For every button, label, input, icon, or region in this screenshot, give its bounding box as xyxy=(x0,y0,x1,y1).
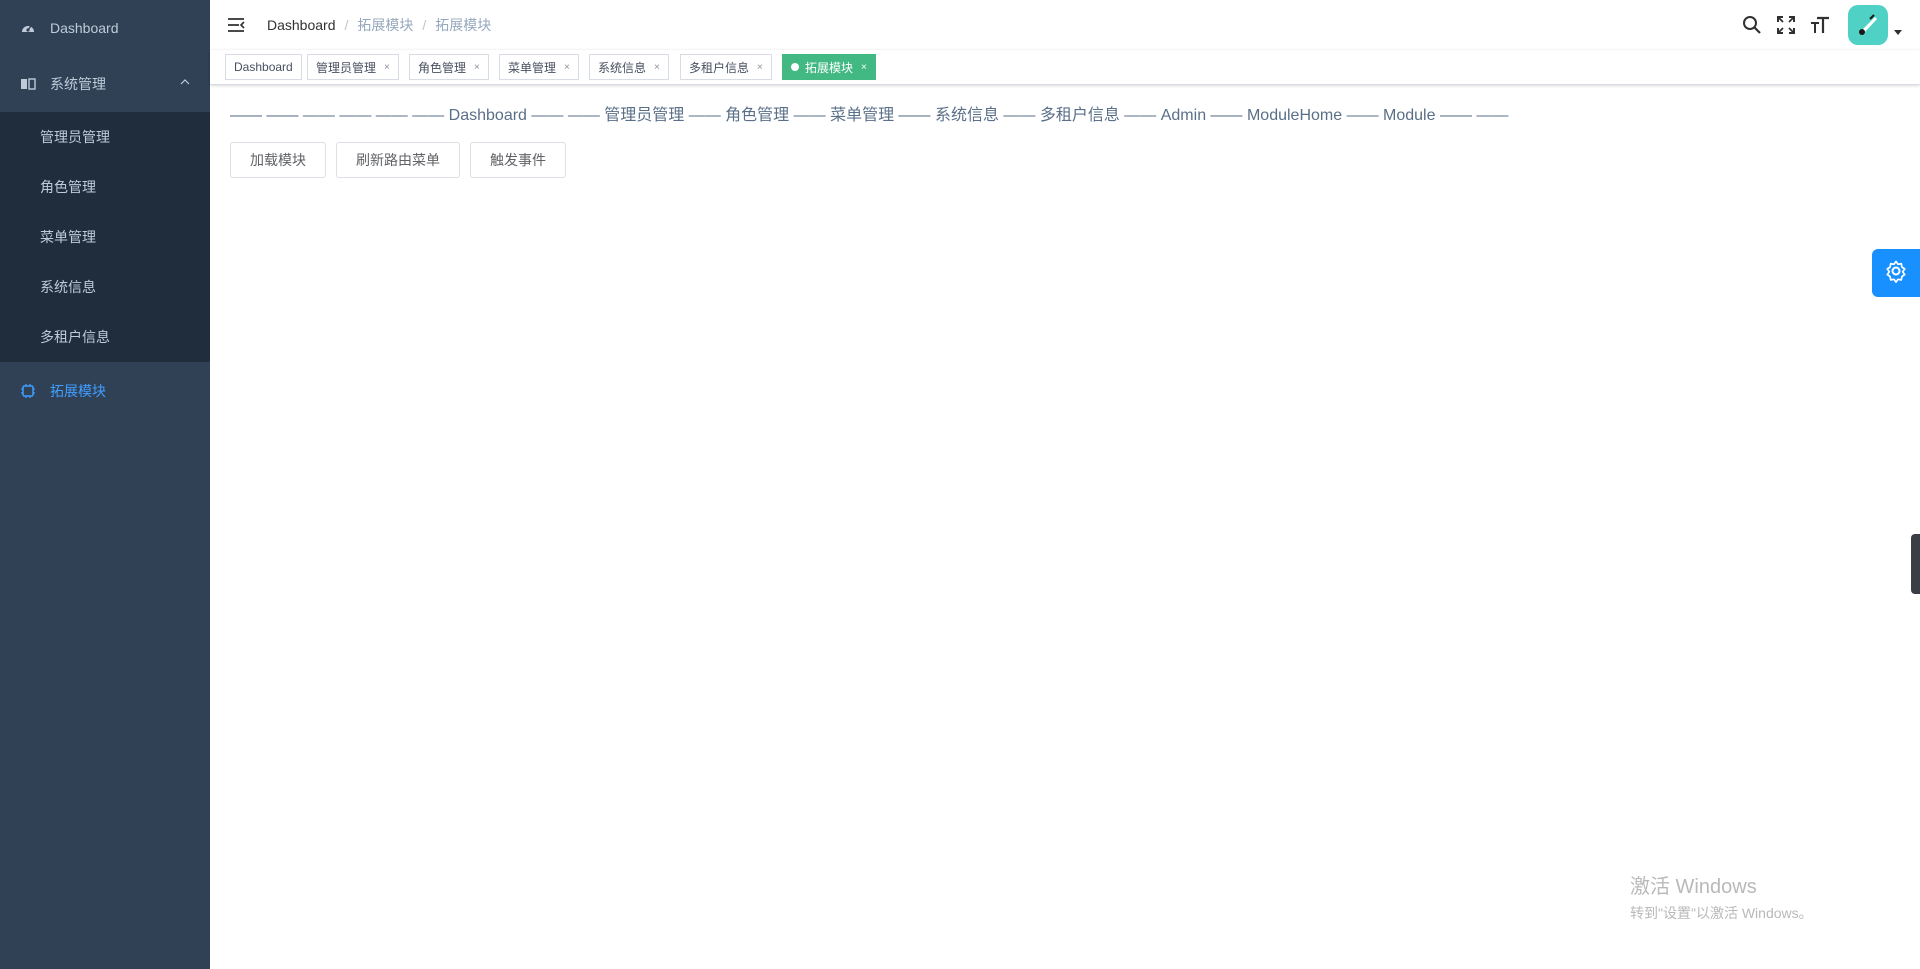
close-icon[interactable]: × xyxy=(654,62,660,73)
refresh-route-menu-button[interactable]: 刷新路由菜单 xyxy=(336,142,460,178)
navbar: Dashboard / 拓展模块 / 拓展模块 xyxy=(210,0,1920,50)
sidebar-item-system[interactable]: 系统管理 xyxy=(0,56,210,112)
tag-label: 角色管理 xyxy=(418,60,467,75)
gear-icon xyxy=(1884,259,1908,288)
tag-tenant[interactable]: 多租户信息 × xyxy=(680,54,772,80)
watermark-subtitle: 转到"设置"以激活 Windows。 xyxy=(1630,905,1813,921)
sidebar-item-extension[interactable]: 拓展模块 xyxy=(0,362,210,420)
right-menu xyxy=(1742,0,1920,50)
avatar[interactable] xyxy=(1848,5,1888,45)
sidebar-item-sysinfo[interactable]: 系统信息 xyxy=(0,262,210,312)
tag-label: 管理员管理 xyxy=(316,60,377,75)
breadcrumb-item: 拓展模块 xyxy=(435,17,492,33)
load-module-button[interactable]: 加载模块 xyxy=(230,142,326,178)
watermark-title: 激活 Windows xyxy=(1630,876,1757,898)
button-group: 加载模块 刷新路由菜单 触发事件 xyxy=(230,142,576,178)
tag-label: 菜单管理 xyxy=(508,60,557,75)
sidebar-item-label: 菜单管理 xyxy=(40,229,96,245)
sidebar-item-tenant[interactable]: 多租户信息 xyxy=(0,312,210,362)
submenu-system: 管理员管理 角色管理 菜单管理 系统信息 多租户信息 xyxy=(0,112,210,362)
breadcrumb-item[interactable]: 拓展模块 xyxy=(357,15,413,35)
sidebar-item-label: 多租户信息 xyxy=(40,329,110,345)
tag-dashboard[interactable]: Dashboard xyxy=(225,54,302,80)
font-size-icon[interactable] xyxy=(1810,15,1830,35)
tag-label: 系统信息 xyxy=(598,60,647,75)
tag-roles[interactable]: 角色管理 × xyxy=(409,54,489,80)
breadcrumb-separator: / xyxy=(422,17,427,33)
route-names-text: —— —— —— —— —— —— Dashboard —— —— 管理员管理 … xyxy=(230,107,1509,124)
sidebar: Dashboard 系统管理 管理员管理 角色管理 菜单管理 系统信息 多租户信… xyxy=(0,0,210,969)
tags-view: Dashboard 管理员管理 × 角色管理 × 菜单管理 × 系统信息 × 多… xyxy=(210,50,1920,85)
sidebar-item-label: 系统管理 xyxy=(50,76,106,92)
close-icon[interactable]: × xyxy=(474,62,480,73)
tag-admin[interactable]: 管理员管理 × xyxy=(307,54,399,80)
breadcrumb: Dashboard / 拓展模块 / 拓展模块 xyxy=(267,15,491,35)
side-panel-handle[interactable] xyxy=(1911,534,1920,594)
book-icon xyxy=(20,76,36,92)
tag-label: 多租户信息 xyxy=(689,60,750,75)
tag-label: 拓展模块 xyxy=(805,60,854,75)
sidebar-item-dashboard[interactable]: Dashboard xyxy=(0,0,210,56)
settings-button[interactable] xyxy=(1872,249,1920,297)
sidebar-item-label: 系统信息 xyxy=(40,279,96,295)
active-dot-icon xyxy=(791,63,799,71)
caret-down-icon[interactable] xyxy=(1894,27,1904,38)
windows-activation-watermark: 激活 Windows 转到"设置"以激活 Windows。 xyxy=(1630,870,1813,923)
breadcrumb-item[interactable]: Dashboard xyxy=(267,17,336,33)
chip-icon xyxy=(20,383,36,399)
fullscreen-icon[interactable] xyxy=(1776,15,1796,35)
hamburger-icon[interactable] xyxy=(227,16,245,34)
sidebar-item-roles[interactable]: 角色管理 xyxy=(0,162,210,212)
sidebar-item-admin[interactable]: 管理员管理 xyxy=(0,112,210,162)
chevron-up-icon xyxy=(180,79,190,85)
tag-menus[interactable]: 菜单管理 × xyxy=(499,54,579,80)
sidebar-item-label: 管理员管理 xyxy=(40,129,110,145)
trigger-event-button[interactable]: 触发事件 xyxy=(470,142,566,178)
tag-sysinfo[interactable]: 系统信息 × xyxy=(589,54,669,80)
close-icon[interactable]: × xyxy=(384,62,390,73)
sidebar-item-menus[interactable]: 菜单管理 xyxy=(0,212,210,262)
breadcrumb-separator: / xyxy=(344,17,349,33)
sidebar-item-label: Dashboard xyxy=(50,20,119,36)
close-icon[interactable]: × xyxy=(757,62,763,73)
search-icon[interactable] xyxy=(1742,15,1762,35)
close-icon[interactable]: × xyxy=(861,62,867,73)
main-content: —— —— —— —— —— —— Dashboard —— —— 管理员管理 … xyxy=(210,85,1920,969)
tag-extension[interactable]: 拓展模块 × xyxy=(782,54,876,80)
close-icon[interactable]: × xyxy=(564,62,570,73)
sidebar-item-label: 拓展模块 xyxy=(50,383,106,399)
dashboard-icon xyxy=(20,20,36,36)
tag-label: Dashboard xyxy=(234,60,293,74)
sidebar-item-label: 角色管理 xyxy=(40,179,96,195)
